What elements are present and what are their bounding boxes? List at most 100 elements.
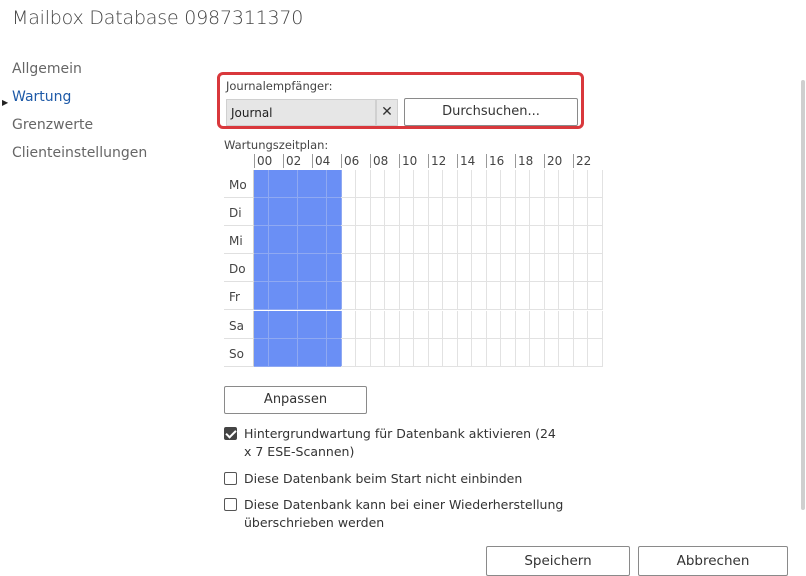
schedule-cell[interactable] <box>471 170 487 199</box>
schedule-cell[interactable] <box>573 338 588 367</box>
schedule-cell[interactable] <box>587 310 603 339</box>
schedule-cell[interactable] <box>326 254 342 283</box>
schedule-cell[interactable] <box>341 226 356 255</box>
schedule-cell[interactable] <box>283 198 298 227</box>
schedule-cell[interactable] <box>457 282 472 311</box>
schedule-cell[interactable] <box>573 282 588 311</box>
schedule-cell[interactable] <box>355 338 371 367</box>
schedule-cell[interactable] <box>428 254 443 283</box>
adjust-button[interactable]: Anpassen <box>224 386 367 414</box>
schedule-cell[interactable] <box>587 170 603 199</box>
schedule-cell[interactable] <box>268 198 284 227</box>
schedule-cell[interactable] <box>573 254 588 283</box>
schedule-cell[interactable] <box>399 310 414 339</box>
schedule-cell[interactable] <box>515 226 530 255</box>
schedule-cell[interactable] <box>283 282 298 311</box>
nav-item-wartung[interactable]: ▶ Wartung <box>0 86 147 114</box>
schedule-cell[interactable] <box>384 310 400 339</box>
schedule-cell[interactable] <box>544 170 559 199</box>
schedule-cell[interactable] <box>428 226 443 255</box>
schedule-cell[interactable] <box>413 254 429 283</box>
schedule-cell[interactable] <box>442 226 458 255</box>
schedule-cell[interactable] <box>283 226 298 255</box>
nav-item-allgemein[interactable]: Allgemein <box>0 58 147 86</box>
schedule-cell[interactable] <box>558 170 574 199</box>
schedule-cell[interactable] <box>587 226 603 255</box>
schedule-cell[interactable] <box>312 226 327 255</box>
schedule-cell[interactable] <box>587 282 603 311</box>
schedule-cell[interactable] <box>471 282 487 311</box>
schedule-cell[interactable] <box>355 282 371 311</box>
schedule-cell[interactable] <box>268 310 284 339</box>
schedule-cell[interactable] <box>471 310 487 339</box>
schedule-cell[interactable] <box>457 170 472 199</box>
schedule-cell[interactable] <box>413 170 429 199</box>
schedule-cell[interactable] <box>283 254 298 283</box>
schedule-cell[interactable] <box>471 254 487 283</box>
schedule-cell[interactable] <box>486 226 501 255</box>
schedule-cell[interactable] <box>341 338 356 367</box>
schedule-cell[interactable] <box>500 338 516 367</box>
schedule-cell[interactable] <box>297 226 313 255</box>
schedule-cell[interactable] <box>471 198 487 227</box>
schedule-cell[interactable] <box>515 254 530 283</box>
schedule-cell[interactable] <box>399 282 414 311</box>
schedule-cell[interactable] <box>297 254 313 283</box>
schedule-cell[interactable] <box>500 254 516 283</box>
schedule-cell[interactable] <box>254 226 269 255</box>
schedule-cell[interactable] <box>370 198 385 227</box>
schedule-cell[interactable] <box>544 198 559 227</box>
schedule-cell[interactable] <box>370 226 385 255</box>
schedule-cell[interactable] <box>370 254 385 283</box>
schedule-cell[interactable] <box>312 338 327 367</box>
schedule-cell[interactable] <box>544 338 559 367</box>
schedule-cell[interactable] <box>500 198 516 227</box>
schedule-cell[interactable] <box>428 198 443 227</box>
schedule-cell[interactable] <box>529 226 545 255</box>
schedule-cell[interactable] <box>558 198 574 227</box>
schedule-cell[interactable] <box>515 338 530 367</box>
schedule-cell[interactable] <box>312 170 327 199</box>
schedule-cell[interactable] <box>283 310 298 339</box>
schedule-cell[interactable] <box>573 226 588 255</box>
schedule-cell[interactable] <box>486 282 501 311</box>
schedule-cell[interactable] <box>254 338 269 367</box>
schedule-cell[interactable] <box>457 310 472 339</box>
schedule-cell[interactable] <box>283 170 298 199</box>
schedule-cell[interactable] <box>384 170 400 199</box>
schedule-cell[interactable] <box>341 254 356 283</box>
schedule-cell[interactable] <box>457 254 472 283</box>
schedule-cell[interactable] <box>471 338 487 367</box>
schedule-cell[interactable] <box>254 170 269 199</box>
nav-item-clienteinstellungen[interactable]: Clienteinstellungen <box>0 142 147 170</box>
schedule-cell[interactable] <box>384 198 400 227</box>
schedule-cell[interactable] <box>399 170 414 199</box>
schedule-cell[interactable] <box>573 198 588 227</box>
schedule-cell[interactable] <box>515 170 530 199</box>
scrollbar-thumb[interactable] <box>801 80 805 510</box>
schedule-cell[interactable] <box>370 310 385 339</box>
schedule-cell[interactable] <box>558 254 574 283</box>
schedule-cell[interactable] <box>312 254 327 283</box>
schedule-cell[interactable] <box>254 254 269 283</box>
schedule-cell[interactable] <box>544 310 559 339</box>
schedule-cell[interactable] <box>312 198 327 227</box>
schedule-cell[interactable] <box>587 254 603 283</box>
schedule-cell[interactable] <box>515 198 530 227</box>
schedule-cell[interactable] <box>442 170 458 199</box>
journal-recipient-field[interactable]: Journal <box>226 99 376 126</box>
schedule-cell[interactable] <box>413 310 429 339</box>
schedule-cell[interactable] <box>486 310 501 339</box>
browse-button[interactable]: Durchsuchen... <box>404 98 578 126</box>
schedule-cell[interactable] <box>558 282 574 311</box>
schedule-cell[interactable] <box>413 198 429 227</box>
schedule-cell[interactable] <box>326 282 342 311</box>
schedule-cell[interactable] <box>457 338 472 367</box>
schedule-cell[interactable] <box>457 198 472 227</box>
schedule-cell[interactable] <box>544 254 559 283</box>
schedule-cell[interactable] <box>399 254 414 283</box>
schedule-cell[interactable] <box>370 170 385 199</box>
schedule-cell[interactable] <box>355 226 371 255</box>
checkbox-no-mount-at-start[interactable] <box>224 472 237 485</box>
schedule-cell[interactable] <box>283 338 298 367</box>
